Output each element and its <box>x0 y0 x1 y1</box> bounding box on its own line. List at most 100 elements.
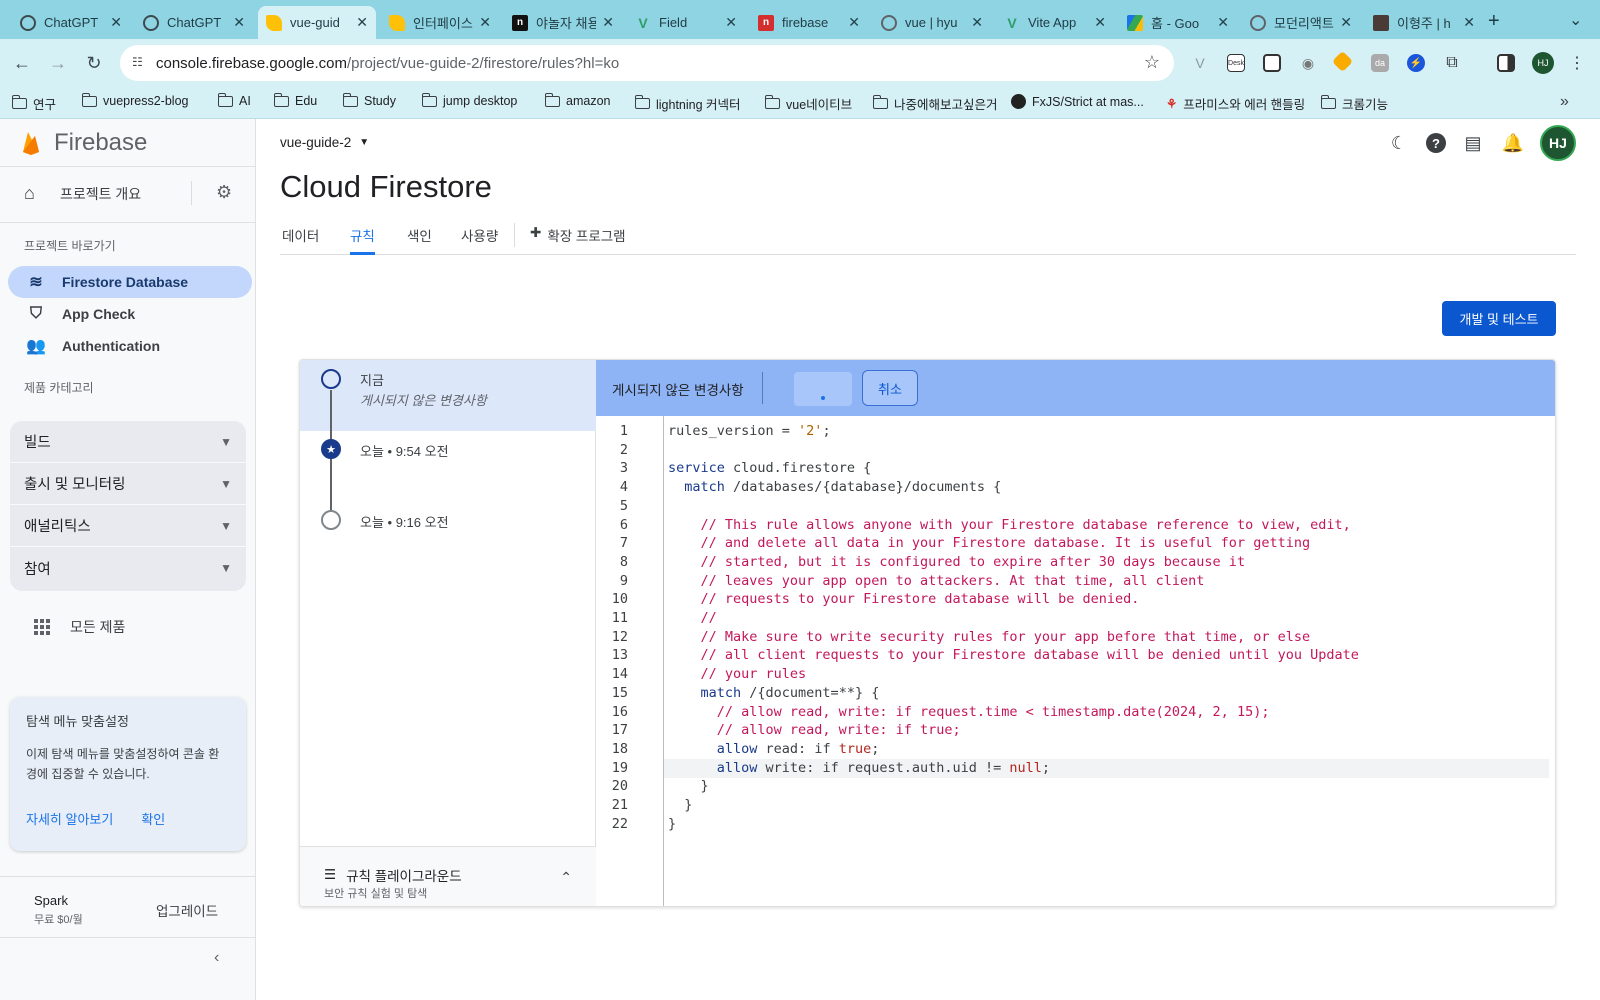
bookmark-item[interactable]: ⚘ 프라미스와 에러 핸들링 <box>1166 94 1305 113</box>
browser-tab[interactable]: ChatGPT ✕ <box>12 6 130 39</box>
browser-tab-active[interactable]: vue-guid ✕ <box>258 6 376 39</box>
collapse-sidebar-icon[interactable]: ‹ <box>214 949 219 967</box>
tab-search-icon[interactable]: ⌄ <box>1569 10 1582 30</box>
dark-mode-icon[interactable]: ☾ <box>1386 130 1412 156</box>
code-line[interactable]: // and delete all data in your Firestore… <box>668 534 1311 553</box>
bookmarks-overflow-icon[interactable]: » <box>1560 93 1569 111</box>
code-line[interactable]: allow write: if request.auth.uid != null… <box>664 758 1549 778</box>
da-extension-icon[interactable]: da <box>1371 54 1389 72</box>
dev-and-test-button[interactable]: 개발 및 테스트 <box>1442 301 1556 336</box>
close-icon[interactable]: ✕ <box>725 14 737 31</box>
vue-devtools-icon[interactable]: V <box>1191 54 1209 72</box>
rules-playground[interactable]: ☰ 규칙 플레이그라운드 보안 규칙 실험 및 탐색 ⌃ <box>300 846 596 906</box>
tab-rules[interactable]: 규칙 <box>350 223 375 255</box>
sidebar-item-authentication[interactable]: 👥 Authentication <box>8 330 252 362</box>
camera-icon[interactable]: ◉ <box>1299 54 1317 72</box>
code-line[interactable]: // Make sure to write security rules for… <box>668 628 1311 647</box>
code-line[interactable]: } <box>668 777 709 796</box>
code-line[interactable]: rules_version = '2'; <box>668 422 831 441</box>
lightning-extension-icon[interactable]: ⚡ <box>1407 54 1425 72</box>
learn-more-link[interactable]: 자세히 알아보기 <box>26 809 113 828</box>
browser-tab[interactable]: V Field ✕ <box>627 6 745 39</box>
help-icon[interactable]: ? <box>1426 133 1446 153</box>
tab-usage[interactable]: 사용량 <box>461 223 498 255</box>
bookmark-item[interactable]: 연구 <box>11 94 56 113</box>
code-line[interactable]: } <box>668 796 692 815</box>
history-entry[interactable]: 오늘 • 9:16 오전 <box>360 512 449 531</box>
project-selector[interactable]: vue-guide-2 ▼ <box>280 135 369 150</box>
account-avatar[interactable]: HJ <box>1540 125 1576 161</box>
close-icon[interactable]: ✕ <box>848 14 860 31</box>
gear-icon[interactable]: ⚙ <box>216 182 232 203</box>
reload-icon[interactable]: ↻ <box>80 49 108 77</box>
close-icon[interactable]: ✕ <box>233 14 245 31</box>
code-line[interactable]: // This rule allows anyone with your Fir… <box>668 516 1351 535</box>
new-tab-button[interactable]: + <box>1488 10 1500 33</box>
extensions-puzzle-icon[interactable]: ⧉ <box>1443 54 1461 72</box>
bookmark-item[interactable]: Edu <box>273 92 317 108</box>
chevron-up-icon[interactable]: ⌃ <box>560 869 572 886</box>
category-build[interactable]: 빌드 ▼ <box>10 421 246 463</box>
profile-avatar[interactable]: HJ <box>1532 52 1554 74</box>
sidebar-item-firestore[interactable]: ≋ Firestore Database <box>8 266 252 298</box>
code-line[interactable]: service cloud.firestore { <box>668 459 871 478</box>
back-icon[interactable]: ← <box>8 49 36 77</box>
category-analytics[interactable]: 애널리틱스 ▼ <box>10 505 246 547</box>
close-icon[interactable]: ✕ <box>479 14 491 31</box>
publish-button-loading[interactable] <box>794 372 852 406</box>
browser-tab[interactable]: 홈 - Goo ✕ <box>1119 6 1237 39</box>
bookmark-item[interactable]: amazon <box>544 92 610 108</box>
close-icon[interactable]: ✕ <box>1463 14 1475 31</box>
browser-tab[interactable]: n firebase ✕ <box>750 6 868 39</box>
upgrade-button[interactable]: 업그레이드 <box>156 900 218 920</box>
browser-tab[interactable]: 인터페이스 ✕ <box>381 6 499 39</box>
code-line[interactable]: // all client requests to your Firestore… <box>668 646 1359 665</box>
browser-tab[interactable]: V Vite App ✕ <box>996 6 1114 39</box>
browser-tab[interactable]: ChatGPT ✕ <box>135 6 253 39</box>
code-line[interactable]: // allow read, write: if true; <box>668 721 961 740</box>
tab-data[interactable]: 데이터 <box>282 223 319 255</box>
forward-icon[interactable]: → <box>44 49 72 77</box>
sidebar-item-app-check[interactable]: ⛉ App Check <box>8 298 252 330</box>
browser-tab[interactable]: vue | hyu ✕ <box>873 6 991 39</box>
browser-tab[interactable]: n 야놀자 채용 ✕ <box>504 6 622 39</box>
bookmark-star-icon[interactable]: ☆ <box>1144 52 1160 73</box>
code-line[interactable]: // <box>668 609 717 628</box>
code-line[interactable]: // allow read, write: if request.time < … <box>668 703 1270 722</box>
bookmark-item[interactable]: AI <box>217 92 251 108</box>
close-icon[interactable]: ✕ <box>356 14 368 31</box>
bookmark-item[interactable]: vuepress2-blog <box>81 92 188 108</box>
code-line[interactable]: // requests to your Firestore database w… <box>668 590 1140 609</box>
browser-tab[interactable]: 이형주 | h ✕ <box>1365 6 1483 39</box>
release-notes-icon[interactable]: ▤ <box>1460 130 1486 156</box>
tab-indexes[interactable]: 색인 <box>407 223 432 255</box>
history-entry[interactable]: 오늘 • 9:54 오전 <box>360 441 449 460</box>
bookmark-item[interactable]: lightning 커넥터 <box>634 94 741 113</box>
browser-tab[interactable]: 모던리액트 ✕ <box>1242 6 1360 39</box>
desk-extension-icon[interactable]: Desk <box>1227 54 1245 72</box>
binance-icon[interactable] <box>1331 50 1354 73</box>
code-line[interactable]: match /databases/{database}/documents { <box>668 478 1001 497</box>
more-vert-icon[interactable]: ⋮ <box>1568 54 1586 72</box>
bookmark-item[interactable]: FxJS/Strict at mas... <box>1011 94 1144 109</box>
bookmark-item[interactable]: jump desktop <box>421 92 517 108</box>
close-icon[interactable]: ✕ <box>1340 14 1352 31</box>
bookmark-item[interactable]: Study <box>342 92 396 108</box>
side-panel-icon[interactable] <box>1497 54 1515 72</box>
project-overview-link[interactable]: ⌂ 프로젝트 개요 <box>24 183 236 204</box>
close-icon[interactable]: ✕ <box>110 14 122 31</box>
code-line[interactable]: } <box>668 815 676 834</box>
code-line[interactable]: // started, but it is configured to expi… <box>668 553 1246 572</box>
close-icon[interactable]: ✕ <box>1094 14 1106 31</box>
cancel-button[interactable]: 취소 <box>862 370 918 406</box>
site-settings-icon[interactable]: ☷ <box>132 55 148 71</box>
close-icon[interactable]: ✕ <box>1217 14 1229 31</box>
bookmark-item[interactable]: 크롬기능 <box>1320 94 1388 113</box>
notifications-icon[interactable]: 🔔 <box>1500 130 1526 156</box>
bookmark-item[interactable]: 나중에해보고싶은거 <box>872 94 998 113</box>
bookmark-item[interactable]: vue네이티브 <box>764 94 852 113</box>
category-engage[interactable]: 참여 ▼ <box>10 547 246 589</box>
code-area[interactable]: rules_version = '2'; service cloud.firest… <box>664 416 1555 906</box>
media-extension-icon[interactable] <box>1263 54 1281 72</box>
all-products-link[interactable]: 모든 제품 <box>34 617 125 637</box>
